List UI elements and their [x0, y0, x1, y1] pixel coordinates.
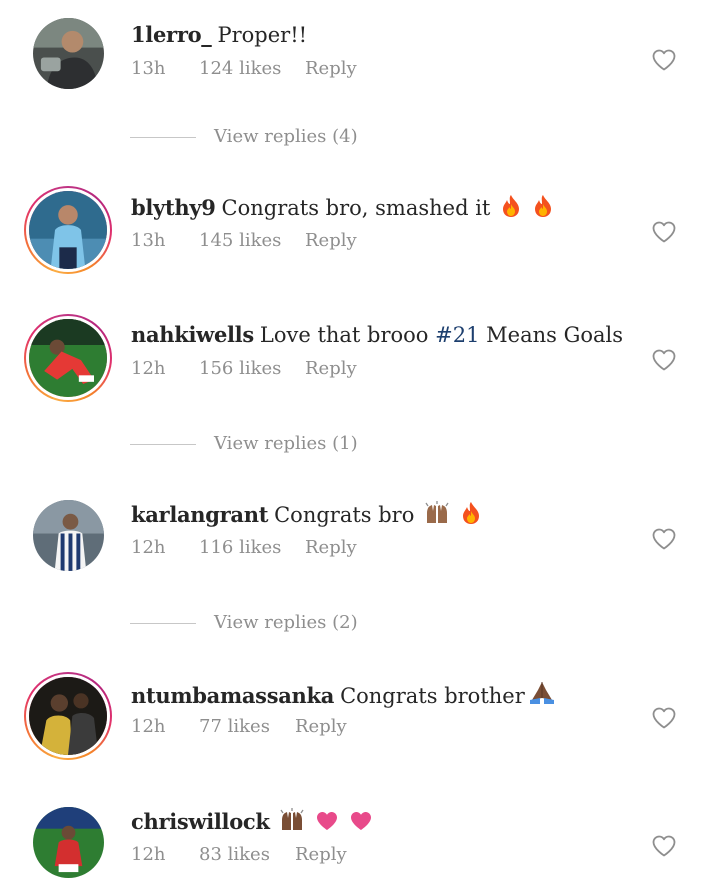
comment-username[interactable]: ntumbamassanka: [131, 683, 334, 708]
comment-likes[interactable]: 116 likes: [199, 537, 281, 558]
view-replies-divider: [130, 444, 196, 445]
reply-button[interactable]: Reply: [305, 537, 357, 558]
comment-item: ntumbamassanka Congrats brother 12h 77 li…: [0, 672, 720, 762]
fire-emoji: [532, 194, 554, 218]
comment-likes[interactable]: 124 likes: [199, 58, 281, 79]
comment-username[interactable]: nahkiwells: [131, 322, 254, 347]
comment-time[interactable]: 12h: [131, 537, 166, 558]
comment-line: chriswillock: [131, 808, 373, 834]
comment-likes[interactable]: 145 likes: [199, 230, 281, 251]
comment-line: ntumbamassanka Congrats brother: [131, 680, 556, 708]
view-replies-button[interactable]: View replies (2): [130, 612, 390, 636]
comment-username[interactable]: 1lerro_: [131, 22, 212, 47]
comment-time[interactable]: 13h: [131, 58, 166, 79]
comment-line: nahkiwells Love that brooo #21 Means Goal…: [131, 322, 623, 347]
comment-line: karlangrant Congrats bro: [131, 501, 482, 527]
reply-button[interactable]: Reply: [305, 58, 357, 79]
raising-hands-emoji: [279, 808, 305, 832]
avatar-story-ring[interactable]: [24, 186, 112, 274]
reply-button[interactable]: Reply: [295, 844, 347, 865]
raising-hands-emoji: [424, 501, 450, 525]
view-replies-button[interactable]: View replies (4): [130, 126, 390, 150]
comment-item: 1lerro_ Proper!! 13h 124 likes Reply: [0, 14, 720, 104]
comment-item: chriswillock 12h 83 likes Reply: [0, 800, 720, 890]
comment-line: blythy9 Congrats bro, smashed it: [131, 194, 554, 220]
view-replies-divider: [130, 623, 196, 624]
comment-item: blythy9 Congrats bro, smashed it 13h 145 …: [0, 186, 720, 276]
hashtag-link[interactable]: #21: [435, 323, 479, 347]
folded-hands-emoji: [528, 680, 556, 706]
comment-item: nahkiwells Love that brooo #21 Means Goal…: [0, 314, 720, 404]
comment-username[interactable]: chriswillock: [131, 809, 270, 834]
comment-time[interactable]: 12h: [131, 844, 166, 865]
view-replies-label: View replies (2): [214, 612, 358, 633]
avatar-story-ring[interactable]: [24, 672, 112, 760]
comment-username[interactable]: karlangrant: [131, 502, 268, 527]
avatar-photo: [33, 18, 104, 89]
comment-text: Love that brooo: [259, 323, 429, 347]
comment-line: 1lerro_ Proper!!: [131, 22, 307, 47]
avatar-photo: [33, 807, 104, 878]
heart-outline-icon[interactable]: [651, 706, 677, 730]
avatar-photo: [29, 191, 107, 269]
view-replies-divider: [130, 137, 196, 138]
comment-likes[interactable]: 77 likes: [199, 716, 270, 737]
view-replies-label: View replies (1): [214, 433, 358, 454]
comment-text: Proper!!: [217, 23, 308, 47]
heart-outline-icon[interactable]: [651, 348, 677, 372]
reply-button[interactable]: Reply: [295, 716, 347, 737]
comment-item: karlangrant Congrats bro 12h 116 likes Re…: [0, 493, 720, 583]
comment-username[interactable]: blythy9: [131, 195, 216, 220]
avatar-story-ring[interactable]: [24, 314, 112, 402]
heart-outline-icon[interactable]: [651, 834, 677, 858]
comment-text: Congrats brother: [340, 684, 525, 708]
heart-outline-icon[interactable]: [651, 527, 677, 551]
heart-emoji: [349, 810, 373, 832]
reply-button[interactable]: Reply: [305, 230, 357, 251]
view-replies-label: View replies (4): [214, 126, 358, 147]
comment-likes[interactable]: 83 likes: [199, 844, 270, 865]
comment-text: Congrats bro, smashed it: [221, 196, 491, 220]
comment-time[interactable]: 12h: [131, 716, 166, 737]
avatar[interactable]: [24, 491, 112, 579]
avatar[interactable]: [24, 798, 112, 886]
comment-time[interactable]: 13h: [131, 230, 166, 251]
view-replies-button[interactable]: View replies (1): [130, 433, 390, 457]
avatar-photo: [33, 500, 104, 571]
avatar[interactable]: [24, 9, 112, 97]
reply-button[interactable]: Reply: [305, 358, 357, 379]
heart-emoji: [315, 810, 339, 832]
avatar-photo: [29, 677, 107, 755]
comment-text: Congrats bro: [274, 503, 415, 527]
comment-time[interactable]: 12h: [131, 358, 166, 379]
heart-outline-icon[interactable]: [651, 48, 677, 72]
fire-emoji: [500, 194, 522, 218]
comment-text-continued: Means Goals: [486, 323, 624, 347]
fire-emoji: [460, 501, 482, 525]
heart-outline-icon[interactable]: [651, 220, 677, 244]
avatar-photo: [29, 319, 107, 397]
comment-likes[interactable]: 156 likes: [199, 358, 281, 379]
